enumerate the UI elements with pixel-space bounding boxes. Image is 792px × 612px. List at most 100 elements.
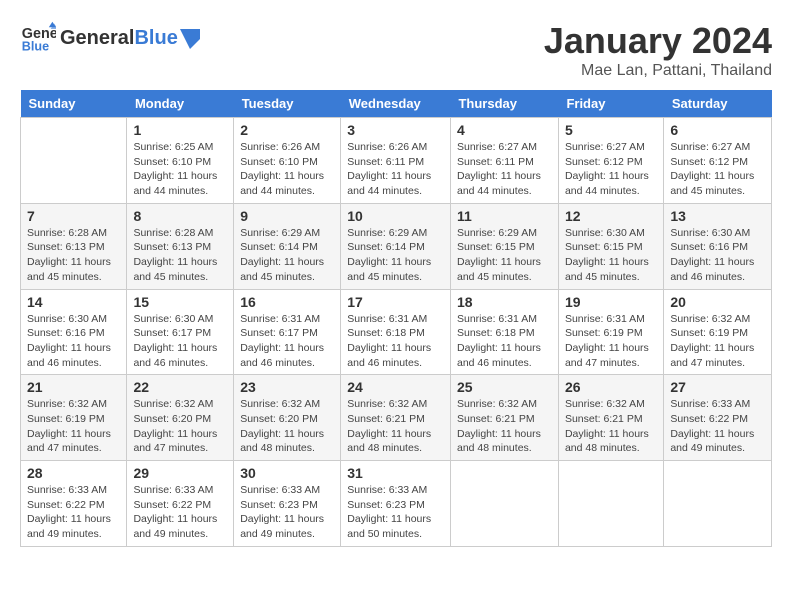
week-row-4: 21 Sunrise: 6:32 AM Sunset: 6:19 PM Dayli… <box>21 375 772 461</box>
day-number: 18 <box>457 294 552 310</box>
title-block: January 2024 Mae Lan, Pattani, Thailand <box>544 20 772 80</box>
day-number: 26 <box>565 379 657 395</box>
week-row-5: 28 Sunrise: 6:33 AM Sunset: 6:22 PM Dayli… <box>21 461 772 547</box>
day-info: Sunrise: 6:33 AM Sunset: 6:22 PM Dayligh… <box>133 483 227 542</box>
day-number: 22 <box>133 379 227 395</box>
day-info: Sunrise: 6:33 AM Sunset: 6:22 PM Dayligh… <box>27 483 120 542</box>
day-number: 20 <box>670 294 765 310</box>
day-info: Sunrise: 6:31 AM Sunset: 6:18 PM Dayligh… <box>347 312 444 371</box>
weekday-header-sunday: Sunday <box>21 90 127 118</box>
logo-blue-text: Blue <box>134 27 177 50</box>
calendar-cell: 30Sunrise: 6:33 AM Sunset: 6:23 PM Dayli… <box>234 461 341 547</box>
day-info: Sunrise: 6:33 AM Sunset: 6:22 PM Dayligh… <box>670 397 765 456</box>
day-number: 15 <box>133 294 227 310</box>
calendar-cell: 23Sunrise: 6:32 AM Sunset: 6:20 PM Dayli… <box>234 375 341 461</box>
day-info: Sunrise: 6:31 AM Sunset: 6:18 PM Dayligh… <box>457 312 552 371</box>
calendar-cell: 24 Sunrise: 6:32 AM Sunset: 6:21 PM Dayli… <box>341 375 451 461</box>
day-number: 24 <box>347 379 444 395</box>
calendar-cell: 15 Sunrise: 6:30 AM Sunset: 6:17 PM Dayli… <box>127 289 234 375</box>
day-number: 29 <box>133 465 227 481</box>
calendar-cell <box>21 118 127 204</box>
calendar-cell: 20 Sunrise: 6:32 AM Sunset: 6:19 PM Dayli… <box>664 289 772 375</box>
weekday-header-saturday: Saturday <box>664 90 772 118</box>
week-row-3: 14Sunrise: 6:30 AM Sunset: 6:16 PM Dayli… <box>21 289 772 375</box>
calendar-cell: 2 Sunrise: 6:26 AM Sunset: 6:10 PM Daylig… <box>234 118 341 204</box>
calendar-table: SundayMondayTuesdayWednesdayThursdayFrid… <box>20 90 772 547</box>
day-number: 4 <box>457 122 552 138</box>
calendar-cell: 18 Sunrise: 6:31 AM Sunset: 6:18 PM Dayli… <box>450 289 558 375</box>
week-row-2: 7 Sunrise: 6:28 AM Sunset: 6:13 PM Daylig… <box>21 203 772 289</box>
day-number: 27 <box>670 379 765 395</box>
day-info: Sunrise: 6:33 AM Sunset: 6:23 PM Dayligh… <box>347 483 444 542</box>
day-number: 13 <box>670 208 765 224</box>
calendar-cell: 10Sunrise: 6:29 AM Sunset: 6:14 PM Dayli… <box>341 203 451 289</box>
calendar-cell: 3Sunrise: 6:26 AM Sunset: 6:11 PM Daylig… <box>341 118 451 204</box>
day-info: Sunrise: 6:26 AM Sunset: 6:10 PM Dayligh… <box>240 140 334 199</box>
calendar-cell: 5Sunrise: 6:27 AM Sunset: 6:12 PM Daylig… <box>558 118 663 204</box>
day-number: 16 <box>240 294 334 310</box>
calendar-cell: 19Sunrise: 6:31 AM Sunset: 6:19 PM Dayli… <box>558 289 663 375</box>
calendar-cell: 6 Sunrise: 6:27 AM Sunset: 6:12 PM Daylig… <box>664 118 772 204</box>
calendar-cell: 31 Sunrise: 6:33 AM Sunset: 6:23 PM Dayli… <box>341 461 451 547</box>
day-info: Sunrise: 6:30 AM Sunset: 6:17 PM Dayligh… <box>133 312 227 371</box>
day-info: Sunrise: 6:30 AM Sunset: 6:16 PM Dayligh… <box>27 312 120 371</box>
location-title: Mae Lan, Pattani, Thailand <box>544 62 772 80</box>
weekday-header-row: SundayMondayTuesdayWednesdayThursdayFrid… <box>21 90 772 118</box>
weekday-header-friday: Friday <box>558 90 663 118</box>
day-info: Sunrise: 6:27 AM Sunset: 6:12 PM Dayligh… <box>670 140 765 199</box>
day-number: 9 <box>240 208 334 224</box>
calendar-cell: 4 Sunrise: 6:27 AM Sunset: 6:11 PM Daylig… <box>450 118 558 204</box>
day-number: 11 <box>457 208 552 224</box>
calendar-cell: 8 Sunrise: 6:28 AM Sunset: 6:13 PM Daylig… <box>127 203 234 289</box>
weekday-header-tuesday: Tuesday <box>234 90 341 118</box>
logo-general-text: General <box>60 27 134 50</box>
day-info: Sunrise: 6:28 AM Sunset: 6:13 PM Dayligh… <box>133 226 227 285</box>
day-info: Sunrise: 6:30 AM Sunset: 6:16 PM Dayligh… <box>670 226 765 285</box>
day-info: Sunrise: 6:29 AM Sunset: 6:15 PM Dayligh… <box>457 226 552 285</box>
day-info: Sunrise: 6:32 AM Sunset: 6:20 PM Dayligh… <box>133 397 227 456</box>
day-number: 28 <box>27 465 120 481</box>
day-info: Sunrise: 6:33 AM Sunset: 6:23 PM Dayligh… <box>240 483 334 542</box>
day-number: 31 <box>347 465 444 481</box>
weekday-header-monday: Monday <box>127 90 234 118</box>
day-number: 5 <box>565 122 657 138</box>
day-info: Sunrise: 6:32 AM Sunset: 6:21 PM Dayligh… <box>565 397 657 456</box>
day-number: 6 <box>670 122 765 138</box>
month-title: January 2024 <box>544 20 772 62</box>
day-info: Sunrise: 6:31 AM Sunset: 6:19 PM Dayligh… <box>565 312 657 371</box>
day-info: Sunrise: 6:30 AM Sunset: 6:15 PM Dayligh… <box>565 226 657 285</box>
day-number: 10 <box>347 208 444 224</box>
day-number: 21 <box>27 379 120 395</box>
calendar-cell: 28 Sunrise: 6:33 AM Sunset: 6:22 PM Dayli… <box>21 461 127 547</box>
logo-icon: General Blue <box>20 20 56 56</box>
day-info: Sunrise: 6:29 AM Sunset: 6:14 PM Dayligh… <box>240 226 334 285</box>
day-number: 12 <box>565 208 657 224</box>
calendar-cell: 17Sunrise: 6:31 AM Sunset: 6:18 PM Dayli… <box>341 289 451 375</box>
day-info: Sunrise: 6:25 AM Sunset: 6:10 PM Dayligh… <box>133 140 227 199</box>
day-number: 2 <box>240 122 334 138</box>
day-number: 23 <box>240 379 334 395</box>
day-number: 25 <box>457 379 552 395</box>
day-info: Sunrise: 6:32 AM Sunset: 6:19 PM Dayligh… <box>27 397 120 456</box>
weekday-header-thursday: Thursday <box>450 90 558 118</box>
day-info: Sunrise: 6:32 AM Sunset: 6:21 PM Dayligh… <box>347 397 444 456</box>
logo-arrow-icon <box>180 29 200 49</box>
day-number: 7 <box>27 208 120 224</box>
calendar-cell: 11 Sunrise: 6:29 AM Sunset: 6:15 PM Dayli… <box>450 203 558 289</box>
weekday-header-wednesday: Wednesday <box>341 90 451 118</box>
calendar-cell: 29 Sunrise: 6:33 AM Sunset: 6:22 PM Dayli… <box>127 461 234 547</box>
calendar-cell: 26 Sunrise: 6:32 AM Sunset: 6:21 PM Dayli… <box>558 375 663 461</box>
week-row-1: 1Sunrise: 6:25 AM Sunset: 6:10 PM Daylig… <box>21 118 772 204</box>
day-info: Sunrise: 6:26 AM Sunset: 6:11 PM Dayligh… <box>347 140 444 199</box>
calendar-cell: 21 Sunrise: 6:32 AM Sunset: 6:19 PM Dayli… <box>21 375 127 461</box>
calendar-cell <box>558 461 663 547</box>
day-info: Sunrise: 6:32 AM Sunset: 6:19 PM Dayligh… <box>670 312 765 371</box>
page-header: General Blue General Blue January 2024 M… <box>20 20 772 80</box>
day-number: 8 <box>133 208 227 224</box>
calendar-cell: 7Sunrise: 6:28 AM Sunset: 6:13 PM Daylig… <box>21 203 127 289</box>
day-info: Sunrise: 6:27 AM Sunset: 6:11 PM Dayligh… <box>457 140 552 199</box>
calendar-cell: 22 Sunrise: 6:32 AM Sunset: 6:20 PM Dayli… <box>127 375 234 461</box>
day-info: Sunrise: 6:31 AM Sunset: 6:17 PM Dayligh… <box>240 312 334 371</box>
calendar-body: 1Sunrise: 6:25 AM Sunset: 6:10 PM Daylig… <box>21 118 772 547</box>
calendar-cell: 25Sunrise: 6:32 AM Sunset: 6:21 PM Dayli… <box>450 375 558 461</box>
